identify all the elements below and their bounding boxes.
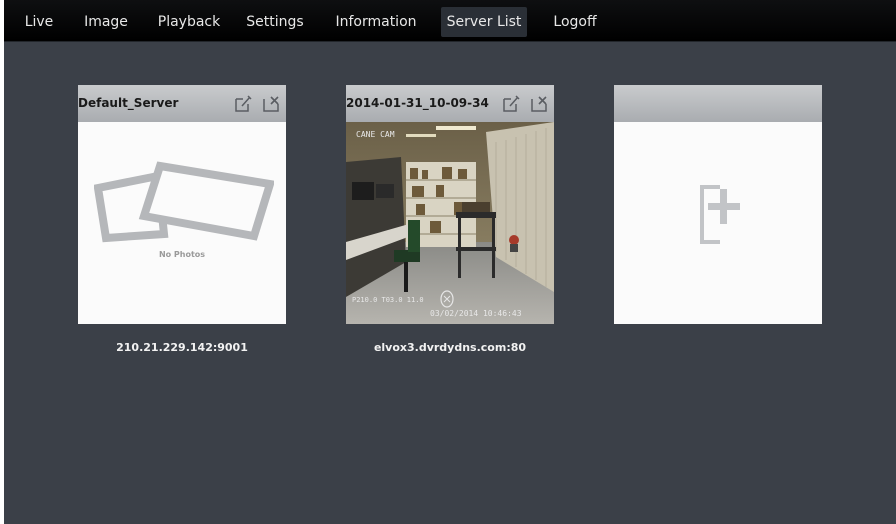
menu-playback[interactable]: Playback — [152, 7, 226, 37]
server-address: elvox3.dvrdydns.com:80 — [373, 341, 527, 354]
menu-settings[interactable]: Settings — [242, 7, 308, 37]
camera-timestamp-overlay: 03/02/2014 10:46:43 — [430, 309, 522, 318]
no-photos-label: No Photos — [158, 250, 206, 259]
camera-snapshot[interactable]: CANE CAM P210.0 T03.0 11.0 03/02/2014 10… — [346, 122, 554, 324]
menu-server-list[interactable]: Server List — [441, 7, 527, 37]
add-server-icon[interactable] — [698, 184, 742, 246]
add-server-card[interactable] — [614, 85, 822, 324]
card-header: 2014-01-31_10-09-34 — [346, 85, 554, 122]
edit-icon[interactable] — [501, 94, 521, 114]
camera-logo-icon — [440, 290, 454, 308]
server-title: 2014-01-31_10-09-34 — [346, 96, 489, 110]
menu-information[interactable]: Information — [330, 7, 422, 37]
card-header: Default_Server — [78, 85, 286, 122]
server-thumbnail[interactable]: No Photos — [78, 122, 286, 324]
camera-stats-overlay: P210.0 T03.0 11.0 — [352, 296, 424, 304]
edit-icon[interactable] — [233, 94, 253, 114]
delete-icon[interactable] — [261, 94, 281, 114]
server-title: Default_Server — [78, 96, 179, 110]
menu-logoff[interactable]: Logoff — [546, 7, 604, 37]
add-server-area[interactable] — [614, 122, 822, 324]
server-card-default[interactable]: Default_Server No Photos — [78, 85, 286, 324]
no-photos-icon — [94, 161, 274, 243]
app-window: Live Image Playback Settings Information… — [4, 0, 896, 524]
server-card-camera[interactable]: 2014-01-31_10-09-34 CANE CAM P210.0 T03.… — [346, 85, 554, 324]
delete-icon[interactable] — [529, 94, 549, 114]
menu-image[interactable]: Image — [78, 7, 134, 37]
menu-live[interactable]: Live — [16, 7, 62, 37]
card-header — [614, 85, 822, 122]
top-menu-bar: Live Image Playback Settings Information… — [4, 0, 896, 42]
server-address: 210.21.229.142:9001 — [116, 341, 248, 354]
camera-name-overlay: CANE CAM — [356, 130, 395, 139]
